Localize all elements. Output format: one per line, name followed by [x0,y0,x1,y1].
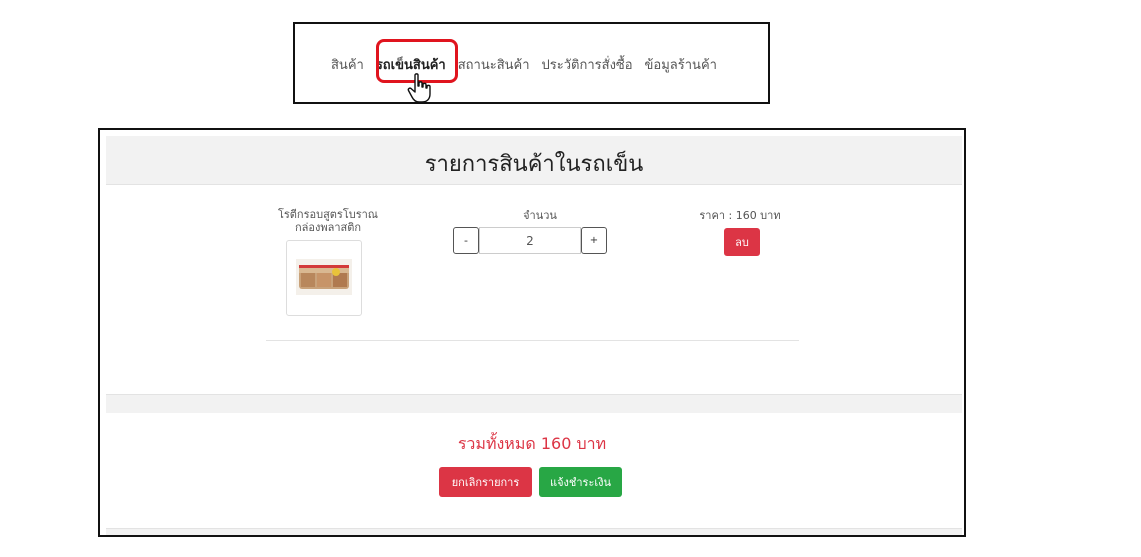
product-thumbnail [286,240,362,316]
cart-header: รายการสินค้าในรถเข็น [106,136,962,185]
cart-bottom-band [106,528,962,535]
nav-item-order-status[interactable]: สถานะสินค้า [458,54,530,75]
cancel-order-button[interactable]: ยกเลิกรายการ [439,467,532,497]
cart-panel: รายการสินค้าในรถเข็น โรตีกรอบสูตรโบราณ ก… [98,128,966,537]
product-name: โรตีกรอบสูตรโบราณ กล่องพลาสติก [277,208,379,234]
item-divider [266,340,799,341]
notify-payment-button[interactable]: แจ้งชำระเงิน [539,467,622,497]
quantity-decrease-button[interactable]: - [453,227,479,254]
quantity-label: จำนวน [523,209,557,222]
product-image [296,259,352,295]
quantity-increase-button[interactable]: + [581,227,607,254]
cart-total: รวมทั้งหมด 160 บาท [457,434,607,453]
quantity-input[interactable]: 2 [479,227,581,254]
nav-item-order-history[interactable]: ประวัติการสั่งซื้อ [542,54,633,75]
nav-item-products[interactable]: สินค้า [331,54,364,75]
price-label: ราคา : 160 บาท [699,209,781,222]
hand-pointer-icon [407,73,431,103]
top-navigation: สินค้า รถเข็นสินค้า สถานะสินค้า ประวัติก… [293,22,770,104]
nav-item-shop-info[interactable]: ข้อมูลร้านค้า [645,54,717,75]
cart-footer-band [106,394,962,413]
cart-title: รายการสินค้าในรถเข็น [424,152,644,177]
delete-item-button[interactable]: ลบ [724,228,760,256]
